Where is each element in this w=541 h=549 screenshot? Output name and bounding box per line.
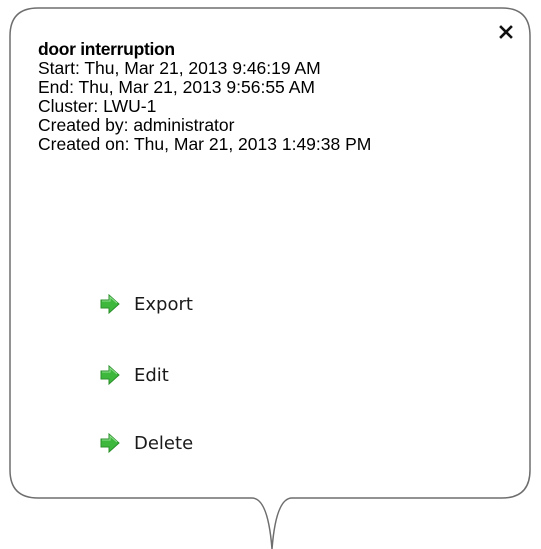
event-created-on: Created on: Thu, Mar 21, 2013 1:49:38 PM (38, 134, 372, 154)
edit-action[interactable]: Edit (99, 362, 169, 388)
edit-label[interactable]: Edit (134, 365, 169, 386)
event-details: door interruption Start: Thu, Mar 21, 20… (38, 40, 508, 154)
export-label[interactable]: Export (134, 294, 193, 315)
event-title: door interruption (38, 39, 175, 59)
green-right-arrow-icon (100, 432, 120, 454)
event-created-by: Created by: administrator (38, 115, 235, 135)
green-right-arrow-icon (100, 293, 120, 315)
delete-action[interactable]: Delete (99, 430, 193, 456)
event-callout-popup: door interruption Start: Thu, Mar 21, 20… (0, 0, 541, 549)
green-right-arrow-icon (100, 364, 120, 386)
export-action[interactable]: Export (99, 291, 193, 317)
event-start: Start: Thu, Mar 21, 2013 9:46:19 AM (38, 58, 321, 78)
close-icon[interactable] (499, 25, 513, 39)
delete-label[interactable]: Delete (134, 433, 193, 454)
event-end: End: Thu, Mar 21, 2013 9:56:55 AM (38, 77, 315, 97)
event-cluster: Cluster: LWU-1 (38, 96, 157, 116)
